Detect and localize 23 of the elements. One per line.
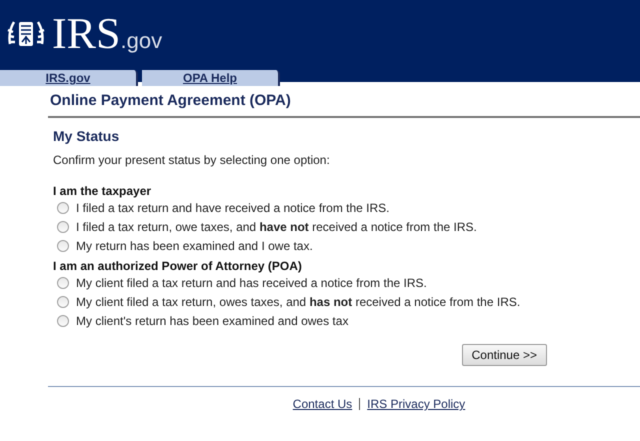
option-label: I filed a tax return, owe taxes, and have not received a notice from the IRS. [76,218,477,236]
continue-button[interactable]: Continue >> [462,344,547,366]
section-title: My Status [53,128,120,144]
tab[interactable]: OPA Help [142,70,280,86]
option-label: I filed a tax return and have received a notice from the IRS. [76,200,390,216]
radio-button[interactable] [57,276,69,288]
radio-button[interactable] [57,240,69,252]
radio-button[interactable] [57,314,69,326]
group-heading: I am an authorized Power of Attorney (POA) [53,259,303,273]
radio-button[interactable] [57,296,69,308]
logo-text: IRS [52,12,120,56]
footer-link[interactable]: IRS Privacy Policy [367,395,466,413]
option-label: My client filed a tax return and has received a notice from the IRS. [76,274,427,292]
option-label: My client's return has been examined and owes tax [76,312,348,330]
option-label: My return has been examined and I owe tax. [76,238,313,254]
instruction-text: Confirm your present status by selecting one option: [53,153,331,167]
footer-link[interactable]: Contact Us [292,395,352,413]
radio-button[interactable] [57,220,69,232]
radio-button[interactable] [57,202,69,214]
tab[interactable]: IRS.gov [0,70,138,86]
group-heading: I am the taxpayer [53,184,152,198]
logo-text: .gov [120,30,162,52]
option-label: My client filed a tax return, owes taxes, and has not received a notice from the IRS. [76,294,520,310]
